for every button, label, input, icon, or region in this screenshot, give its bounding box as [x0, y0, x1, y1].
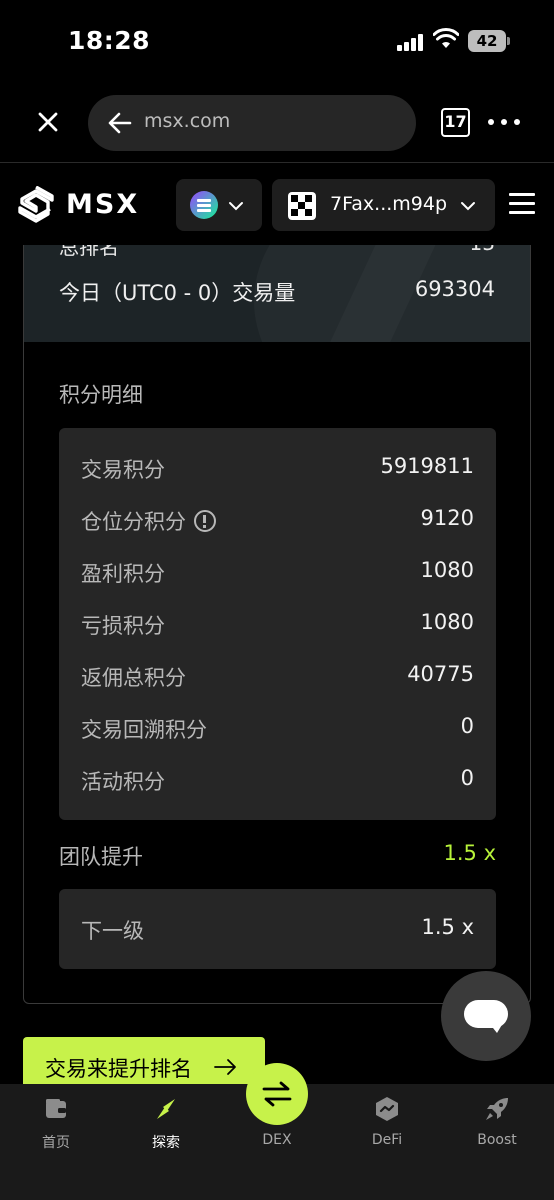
explore-icon: [157, 1099, 175, 1119]
daily-volume-label: 今日（UTC0 - 0）交易量: [59, 281, 296, 305]
info-icon[interactable]: [194, 510, 216, 532]
team-boost-label: 团队提升: [59, 845, 143, 869]
chevron-down-icon: [461, 202, 475, 211]
arrow-right-icon: [214, 1059, 236, 1075]
browser-bar: msx.com 17: [0, 84, 554, 162]
next-level-panel: 下一级 1.5 x: [59, 889, 496, 969]
list-item: 返佣总积分 40775: [81, 662, 474, 692]
points-value: 1080: [420, 610, 474, 634]
status-time: 18:28: [68, 26, 151, 55]
nav-item-home[interactable]: 首页: [6, 1084, 106, 1164]
okx-wallet-icon: [288, 192, 316, 220]
list-item: 活动积分 0: [81, 766, 474, 796]
points-detail-panel: 交易积分 5919811 仓位分积分 9120 盈利积分 1080 亏损积分 1…: [59, 428, 496, 820]
points-value: 0: [460, 714, 474, 738]
battery-tip: [507, 37, 510, 45]
swap-icon: [262, 1081, 292, 1107]
points-label: 交易回溯积分: [81, 718, 207, 742]
team-boost-value: 1.5 x: [443, 841, 497, 865]
site-header: MSX 7Fax...m94p: [0, 163, 554, 245]
address-bar[interactable]: msx.com: [88, 95, 416, 151]
points-label: 盈利积分: [81, 562, 165, 586]
nav-item-boost[interactable]: Boost: [447, 1084, 547, 1164]
list-item: 盈利积分 1080: [81, 558, 474, 588]
ranking-card: 总排名 13 今日（UTC0 - 0）交易量 693304 积分明细 交易积分 …: [23, 200, 531, 1004]
team-boost-row: 团队提升 1.5 x: [59, 841, 496, 871]
nav-label: 首页: [42, 1135, 70, 1151]
status-bar: 18:28 42: [0, 0, 554, 84]
wallet-address: 7Fax...m94p: [330, 193, 448, 215]
msx-logo-icon[interactable]: [18, 186, 54, 224]
battery-icon: 42: [468, 30, 506, 52]
nav-item-defi[interactable]: DeFi: [337, 1084, 437, 1164]
list-item: 仓位分积分 9120: [81, 506, 474, 536]
next-level-value: 1.5 x: [421, 915, 475, 939]
nav-item-explore[interactable]: 探索: [116, 1084, 216, 1164]
tabs-count-button[interactable]: 17: [441, 108, 470, 137]
list-item: 交易回溯积分 0: [81, 714, 474, 744]
points-label: 亏损积分: [81, 614, 165, 638]
points-label: 仓位分积分: [81, 510, 186, 534]
chat-support-button[interactable]: [441, 971, 531, 1061]
cta-label: 交易来提升排名: [45, 1057, 192, 1081]
back-arrow-icon[interactable]: [108, 112, 132, 134]
wifi-icon: [433, 28, 459, 48]
next-level-label: 下一级: [81, 919, 144, 943]
signal-icon: [397, 33, 427, 51]
chat-icon-tail: [489, 1023, 503, 1033]
solana-icon: [190, 191, 218, 219]
wallet-button[interactable]: 7Fax...m94p: [272, 179, 495, 231]
nav-label: 探索: [152, 1135, 180, 1151]
points-value: 40775: [407, 662, 474, 686]
points-value: 5919811: [380, 454, 474, 478]
more-options-icon[interactable]: [488, 118, 520, 128]
points-value: 1080: [420, 558, 474, 582]
list-item: 亏损积分 1080: [81, 610, 474, 640]
wallet-icon: [46, 1099, 66, 1118]
daily-volume-row: 今日（UTC0 - 0）交易量 693304: [59, 277, 495, 307]
points-detail-title: 积分明细: [59, 383, 143, 407]
chain-selector-button[interactable]: [176, 179, 262, 231]
nav-label: DEX: [262, 1132, 292, 1148]
nav-item-dex[interactable]: [246, 1063, 308, 1125]
points-label: 交易积分: [81, 458, 165, 482]
chevron-down-icon: [229, 202, 243, 211]
hamburger-menu-icon[interactable]: [509, 192, 537, 216]
logo-text[interactable]: MSX: [66, 189, 139, 220]
points-label-group: 仓位分积分: [81, 506, 216, 536]
close-icon[interactable]: [34, 108, 62, 136]
list-item: 交易积分 5919811: [81, 454, 474, 484]
nav-label: DeFi: [371, 1132, 403, 1148]
points-label: 活动积分: [81, 770, 165, 794]
rocket-icon: [486, 1098, 508, 1120]
url-text: msx.com: [144, 110, 231, 132]
points-value: 0: [460, 766, 474, 790]
defi-icon: [376, 1097, 398, 1121]
points-label: 返佣总积分: [81, 666, 186, 690]
nav-label: Boost: [477, 1132, 517, 1148]
points-value: 9120: [420, 506, 474, 530]
daily-volume-value: 693304: [414, 277, 495, 301]
